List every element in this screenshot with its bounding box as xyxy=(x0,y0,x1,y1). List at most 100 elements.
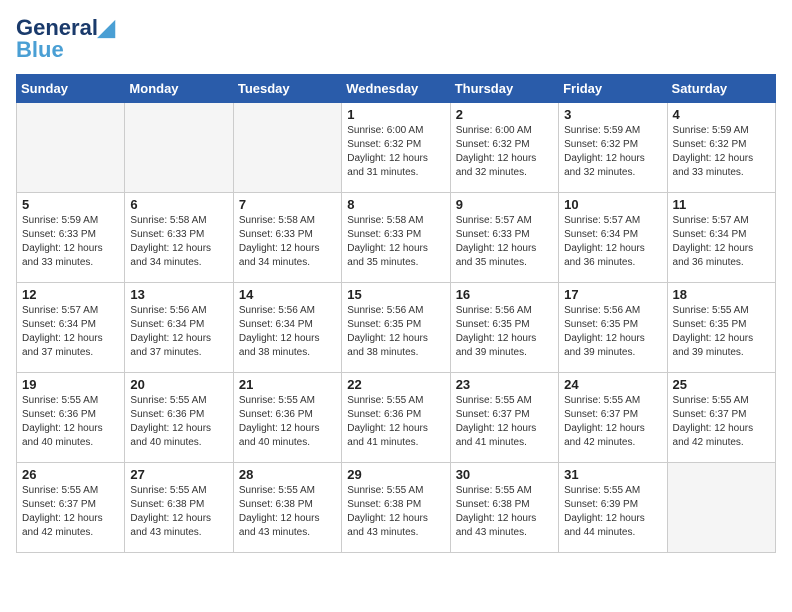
day-number: 5 xyxy=(22,197,119,212)
calendar-cell: 24 Sunrise: 5:55 AM Sunset: 6:37 PM Dayli… xyxy=(559,373,667,463)
day-number: 27 xyxy=(130,467,227,482)
cell-info: Sunrise: 5:56 AM Sunset: 6:35 PM Dayligh… xyxy=(456,304,553,360)
calendar-cell xyxy=(667,463,775,553)
day-number: 24 xyxy=(564,377,661,392)
calendar-cell: 25 Sunrise: 5:55 AM Sunset: 6:37 PM Dayli… xyxy=(667,373,775,463)
calendar-cell: 2 Sunrise: 6:00 AM Sunset: 6:32 PM Daylig… xyxy=(450,103,558,193)
day-number: 13 xyxy=(130,287,227,302)
calendar-cell: 10 Sunrise: 5:57 AM Sunset: 6:34 PM Dayli… xyxy=(559,193,667,283)
calendar-body: 1 Sunrise: 6:00 AM Sunset: 6:32 PM Daylig… xyxy=(17,103,776,553)
calendar-cell: 13Sunrise: 5:56 AM Sunset: 6:34 PM Dayli… xyxy=(125,283,233,373)
calendar-cell: 18 Sunrise: 5:55 AM Sunset: 6:35 PM Dayli… xyxy=(667,283,775,373)
day-number: 9 xyxy=(456,197,553,212)
cell-info: Sunrise: 5:56 AM Sunset: 6:34 PM Dayligh… xyxy=(239,304,336,360)
cell-info: Sunrise: 5:55 AM Sunset: 6:38 PM Dayligh… xyxy=(130,484,227,540)
calendar-cell: 3 Sunrise: 5:59 AM Sunset: 6:32 PM Daylig… xyxy=(559,103,667,193)
cell-info: Sunrise: 5:55 AM Sunset: 6:39 PM Dayligh… xyxy=(564,484,661,540)
weekday-header: Wednesday xyxy=(342,75,450,103)
day-number: 16 xyxy=(456,287,553,302)
day-number: 18 xyxy=(673,287,770,302)
day-number: 4 xyxy=(673,107,770,122)
cell-info: Sunrise: 5:57 AM Sunset: 6:34 PM Dayligh… xyxy=(673,214,770,270)
calendar-cell: 1 Sunrise: 6:00 AM Sunset: 6:32 PM Daylig… xyxy=(342,103,450,193)
calendar-cell: 31 Sunrise: 5:55 AM Sunset: 6:39 PM Dayli… xyxy=(559,463,667,553)
calendar-cell: 26 Sunrise: 5:55 AM Sunset: 6:37 PM Dayli… xyxy=(17,463,125,553)
calendar-cell: 17Sunrise: 5:56 AM Sunset: 6:35 PM Dayli… xyxy=(559,283,667,373)
day-number: 22 xyxy=(347,377,444,392)
cell-info: Sunrise: 5:58 AM Sunset: 6:33 PM Dayligh… xyxy=(347,214,444,270)
cell-info: Sunrise: 5:55 AM Sunset: 6:37 PM Dayligh… xyxy=(456,394,553,450)
calendar-cell: 8Sunrise: 5:58 AM Sunset: 6:33 PM Daylig… xyxy=(342,193,450,283)
cell-info: Sunrise: 5:56 AM Sunset: 6:35 PM Dayligh… xyxy=(347,304,444,360)
page-header: General◢ Blue xyxy=(16,16,776,62)
calendar-cell: 16 Sunrise: 5:56 AM Sunset: 6:35 PM Dayli… xyxy=(450,283,558,373)
cell-info: Sunrise: 5:55 AM Sunset: 6:38 PM Dayligh… xyxy=(456,484,553,540)
day-number: 2 xyxy=(456,107,553,122)
day-number: 10 xyxy=(564,197,661,212)
day-number: 1 xyxy=(347,107,444,122)
calendar-cell: 14Sunrise: 5:56 AM Sunset: 6:34 PM Dayli… xyxy=(233,283,341,373)
calendar-cell: 6 Sunrise: 5:58 AM Sunset: 6:33 PM Daylig… xyxy=(125,193,233,283)
day-number: 11 xyxy=(673,197,770,212)
cell-info: Sunrise: 5:55 AM Sunset: 6:38 PM Dayligh… xyxy=(239,484,336,540)
calendar-week-row: 1 Sunrise: 6:00 AM Sunset: 6:32 PM Daylig… xyxy=(17,103,776,193)
calendar-cell: 5 Sunrise: 5:59 AM Sunset: 6:33 PM Daylig… xyxy=(17,193,125,283)
cell-info: Sunrise: 5:57 AM Sunset: 6:33 PM Dayligh… xyxy=(456,214,553,270)
cell-info: Sunrise: 5:59 AM Sunset: 6:32 PM Dayligh… xyxy=(564,124,661,180)
cell-info: Sunrise: 5:55 AM Sunset: 6:36 PM Dayligh… xyxy=(130,394,227,450)
calendar-cell: 15 Sunrise: 5:56 AM Sunset: 6:35 PM Dayli… xyxy=(342,283,450,373)
calendar-cell: 28 Sunrise: 5:55 AM Sunset: 6:38 PM Dayli… xyxy=(233,463,341,553)
calendar-table: SundayMondayTuesdayWednesdayThursdayFrid… xyxy=(16,74,776,553)
day-number: 23 xyxy=(456,377,553,392)
calendar-cell: 11 Sunrise: 5:57 AM Sunset: 6:34 PM Dayli… xyxy=(667,193,775,283)
calendar-cell: 7Sunrise: 5:58 AM Sunset: 6:33 PM Daylig… xyxy=(233,193,341,283)
weekday-header: Saturday xyxy=(667,75,775,103)
calendar-cell: 22 Sunrise: 5:55 AM Sunset: 6:36 PM Dayli… xyxy=(342,373,450,463)
cell-info: Sunrise: 6:00 AM Sunset: 6:32 PM Dayligh… xyxy=(456,124,553,180)
calendar-week-row: 19 Sunrise: 5:55 AM Sunset: 6:36 PM Dayli… xyxy=(17,373,776,463)
cell-info: Sunrise: 5:55 AM Sunset: 6:37 PM Dayligh… xyxy=(673,394,770,450)
cell-info: Sunrise: 5:55 AM Sunset: 6:37 PM Dayligh… xyxy=(564,394,661,450)
day-number: 28 xyxy=(239,467,336,482)
day-number: 3 xyxy=(564,107,661,122)
calendar-week-row: 26 Sunrise: 5:55 AM Sunset: 6:37 PM Dayli… xyxy=(17,463,776,553)
cell-info: Sunrise: 5:57 AM Sunset: 6:34 PM Dayligh… xyxy=(22,304,119,360)
calendar-cell: 19 Sunrise: 5:55 AM Sunset: 6:36 PM Dayli… xyxy=(17,373,125,463)
cell-info: Sunrise: 5:58 AM Sunset: 6:33 PM Dayligh… xyxy=(130,214,227,270)
day-number: 15 xyxy=(347,287,444,302)
cell-info: Sunrise: 5:55 AM Sunset: 6:36 PM Dayligh… xyxy=(22,394,119,450)
day-number: 31 xyxy=(564,467,661,482)
day-number: 17 xyxy=(564,287,661,302)
day-number: 19 xyxy=(22,377,119,392)
calendar-cell: 21Sunrise: 5:55 AM Sunset: 6:36 PM Dayli… xyxy=(233,373,341,463)
cell-info: Sunrise: 5:55 AM Sunset: 6:35 PM Dayligh… xyxy=(673,304,770,360)
calendar-cell: 9 Sunrise: 5:57 AM Sunset: 6:33 PM Daylig… xyxy=(450,193,558,283)
calendar-cell: 30 Sunrise: 5:55 AM Sunset: 6:38 PM Dayli… xyxy=(450,463,558,553)
calendar-header-row: SundayMondayTuesdayWednesdayThursdayFrid… xyxy=(17,75,776,103)
day-number: 7 xyxy=(239,197,336,212)
day-number: 25 xyxy=(673,377,770,392)
weekday-header: Thursday xyxy=(450,75,558,103)
calendar-week-row: 12Sunrise: 5:57 AM Sunset: 6:34 PM Dayli… xyxy=(17,283,776,373)
day-number: 20 xyxy=(130,377,227,392)
cell-info: Sunrise: 5:59 AM Sunset: 6:32 PM Dayligh… xyxy=(673,124,770,180)
cell-info: Sunrise: 5:57 AM Sunset: 6:34 PM Dayligh… xyxy=(564,214,661,270)
calendar-cell: 4 Sunrise: 5:59 AM Sunset: 6:32 PM Daylig… xyxy=(667,103,775,193)
cell-info: Sunrise: 5:55 AM Sunset: 6:36 PM Dayligh… xyxy=(239,394,336,450)
calendar-cell xyxy=(17,103,125,193)
calendar-cell: 27 Sunrise: 5:55 AM Sunset: 6:38 PM Dayli… xyxy=(125,463,233,553)
day-number: 6 xyxy=(130,197,227,212)
cell-info: Sunrise: 5:55 AM Sunset: 6:36 PM Dayligh… xyxy=(347,394,444,450)
cell-info: Sunrise: 5:59 AM Sunset: 6:33 PM Dayligh… xyxy=(22,214,119,270)
weekday-header: Sunday xyxy=(17,75,125,103)
day-number: 30 xyxy=(456,467,553,482)
cell-info: Sunrise: 6:00 AM Sunset: 6:32 PM Dayligh… xyxy=(347,124,444,180)
calendar-cell: 23 Sunrise: 5:55 AM Sunset: 6:37 PM Dayli… xyxy=(450,373,558,463)
day-number: 26 xyxy=(22,467,119,482)
calendar-cell xyxy=(125,103,233,193)
weekday-header: Monday xyxy=(125,75,233,103)
cell-info: Sunrise: 5:55 AM Sunset: 6:38 PM Dayligh… xyxy=(347,484,444,540)
cell-info: Sunrise: 5:55 AM Sunset: 6:37 PM Dayligh… xyxy=(22,484,119,540)
calendar-cell: 20 Sunrise: 5:55 AM Sunset: 6:36 PM Dayli… xyxy=(125,373,233,463)
calendar-cell: 29Sunrise: 5:55 AM Sunset: 6:38 PM Dayli… xyxy=(342,463,450,553)
